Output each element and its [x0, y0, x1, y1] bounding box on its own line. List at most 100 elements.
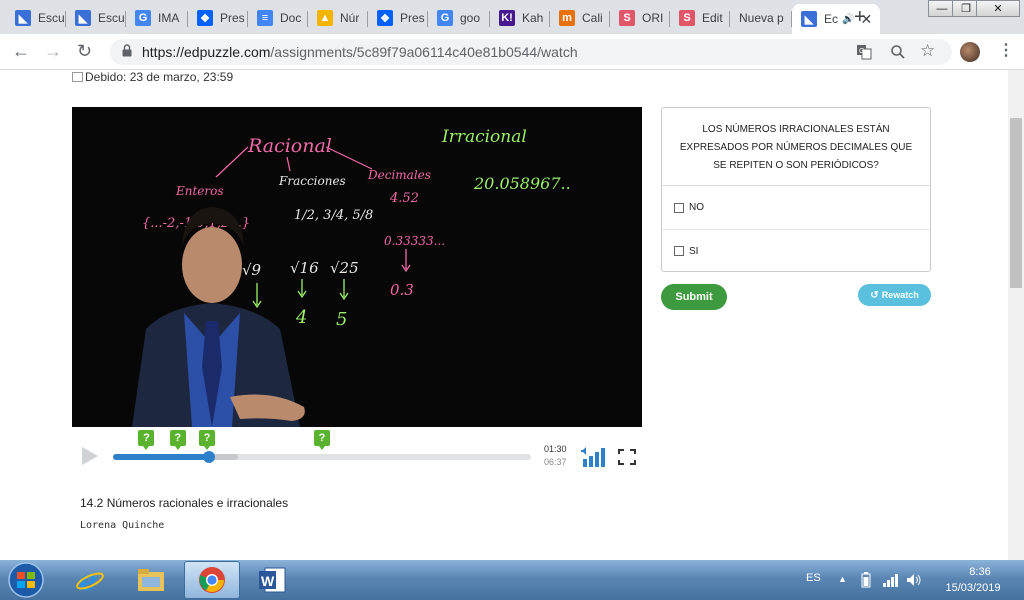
board-decimal-b: 0.33333... [384, 234, 445, 248]
kahoot-icon: K! [499, 10, 515, 26]
address-bar[interactable]: https://edpuzzle.com/assignments/5c89f79… [110, 39, 952, 65]
browser-tab[interactable]: ≡ Doc [248, 4, 308, 32]
browser-tab[interactable]: Nueva p [730, 4, 792, 32]
new-tab-button[interactable]: + [854, 6, 866, 29]
browser-tab-label: Escu [38, 11, 65, 25]
edpuzzle-icon: ◣ [801, 11, 817, 27]
s-icon: S [619, 10, 635, 26]
checkbox-si[interactable] [674, 246, 684, 256]
progress-bar[interactable] [113, 451, 531, 463]
taskbar-explorer-icon[interactable] [123, 561, 179, 599]
video-author: Lorena Quinche [80, 520, 165, 531]
browser-tab-label: Edit [702, 11, 723, 25]
tab-audio-icon[interactable]: 🔊 [842, 14, 854, 25]
browser-tab[interactable]: K! Kah [490, 4, 550, 32]
signal-icon[interactable] [882, 572, 900, 588]
browser-tab[interactable]: ▲ Núr [308, 4, 368, 32]
url-domain: https://edpuzzle.com [142, 44, 271, 60]
question-marker[interactable]: ? [138, 430, 155, 450]
tab-strip: ◣ Escu ◣ Escu G IMA ❖ Pres ≡ Doc ▲ Núr ❖ Pres Ggoo K! Ka… [0, 0, 1024, 34]
browser-tab[interactable]: G IMA [126, 4, 188, 32]
google-icon: G [437, 10, 453, 26]
board-root-b: √16 [290, 259, 319, 277]
menu-kebab-icon[interactable]: ⋮ [998, 40, 1014, 60]
question-text: LOS NÚMEROS IRRACIONALES ESTÁN EXPRESADO… [662, 108, 930, 186]
browser-tab[interactable]: m Cali [550, 4, 610, 32]
forward-arrow-icon[interactable]: → [44, 41, 62, 62]
edpuzzle-icon: ◣ [15, 10, 31, 26]
calameo-icon: m [559, 10, 575, 26]
clock-date[interactable]: 15/03/2019 [938, 582, 1008, 594]
rewatch-label: Rewatch [881, 290, 919, 300]
profile-avatar[interactable] [960, 42, 980, 62]
start-button-icon[interactable] [4, 561, 48, 599]
option-si-label: SI [689, 245, 699, 257]
video-controls: ???? 01:30 06:37 [72, 427, 642, 477]
tray-expand-icon[interactable]: ▲ [838, 574, 847, 584]
reload-icon[interactable]: ↻ [77, 41, 92, 62]
browser-tab[interactable]: ❖ Pres [368, 4, 428, 32]
browser-tab[interactable]: S ORI [610, 4, 670, 32]
option-si[interactable]: SI [662, 229, 930, 272]
scrollbar-thumb[interactable] [1010, 118, 1022, 288]
chalkboard-video-frame: Racional Irracional Enteros Fracciones D… [72, 107, 642, 427]
taskbar-ie-icon[interactable]: e [62, 561, 118, 599]
fullscreen-icon[interactable] [618, 449, 636, 465]
close-window-button[interactable]: ✕ [976, 0, 1020, 17]
board-decimal-c: 0.3 [390, 281, 414, 299]
language-indicator[interactable]: ES [806, 572, 821, 584]
question-card: LOS NÚMEROS IRRACIONALES ESTÁN EXPRESADO… [661, 107, 931, 272]
browser-tab[interactable]: ◣ Ec 🔊 ✕ [792, 4, 880, 34]
google-icon: G [135, 10, 151, 26]
zoom-icon[interactable] [890, 44, 906, 60]
speaker-icon[interactable] [906, 572, 922, 588]
due-date-value: 23 de marzo, 23:59 [129, 70, 234, 84]
browser-tab[interactable]: ◣ Escu [66, 4, 126, 32]
clock-time[interactable]: 8:36 [950, 566, 1010, 578]
calendar-icon [72, 72, 83, 82]
taskbar-chrome-icon[interactable] [184, 561, 240, 599]
progress-knob[interactable] [203, 451, 216, 463]
question-marker[interactable]: ? [314, 430, 330, 450]
checkbox-no[interactable] [674, 202, 684, 213]
browser-toolbar: ← → ↻ https://edpuzzle.com/assignments/5… [0, 34, 1024, 70]
page-scrollbar[interactable] [1008, 70, 1024, 560]
browser-tab-label: Núr [340, 11, 360, 25]
board-result-b: 4 [295, 307, 307, 328]
browser-tab-label: Nueva p [739, 11, 784, 25]
dropbox-icon: ❖ [377, 10, 393, 26]
lock-icon [122, 44, 132, 57]
browser-tab[interactable]: Ggoo [428, 4, 490, 32]
taskbar-word-icon[interactable]: W [244, 561, 300, 599]
board-decimales: Decimales [367, 168, 431, 182]
question-marker[interactable]: ? [199, 430, 216, 450]
browser-tab-label: Cali [582, 11, 603, 25]
back-arrow-icon[interactable]: ← [12, 41, 30, 62]
question-marker[interactable]: ? [169, 430, 186, 450]
video-player[interactable]: Racional Irracional Enteros Fracciones D… [72, 107, 642, 427]
board-racional: Racional [247, 135, 332, 157]
play-icon[interactable] [82, 447, 98, 465]
battery-icon[interactable] [860, 572, 872, 588]
s-icon: S [679, 10, 695, 26]
browser-tab-label: Ec [824, 12, 839, 26]
rewatch-button[interactable]: ↺ Rewatch [858, 284, 931, 306]
total-time: 06:37 [544, 457, 567, 467]
video-title: 14.2 Números racionales e irracionales [80, 496, 289, 510]
browser-tab[interactable]: ◣ Escu [6, 4, 66, 32]
browser-tab[interactable]: S Edit [670, 4, 730, 32]
board-fracciones: Fracciones [278, 174, 346, 188]
svg-text:W: W [261, 573, 275, 589]
bookmark-star-icon[interactable]: ☆ [920, 41, 935, 61]
page-content: Debido: 23 de marzo, 23:59 Racional Irra… [0, 70, 1008, 560]
windows-taskbar: e W ES ▲ 8:36 15/03/2019 [0, 560, 1024, 600]
board-root-c: √25 [330, 259, 359, 277]
submit-button[interactable]: Submit [661, 284, 727, 310]
browser-tab[interactable]: ❖ Pres [188, 4, 248, 32]
board-decimal-a: 4.52 [389, 191, 419, 206]
option-no[interactable]: NO [662, 186, 930, 229]
volume-icon[interactable] [580, 445, 608, 467]
browser-tab-label: Kah [522, 11, 544, 25]
translate-icon[interactable]: G [856, 44, 872, 60]
edpuzzle-icon: ◣ [75, 10, 91, 26]
